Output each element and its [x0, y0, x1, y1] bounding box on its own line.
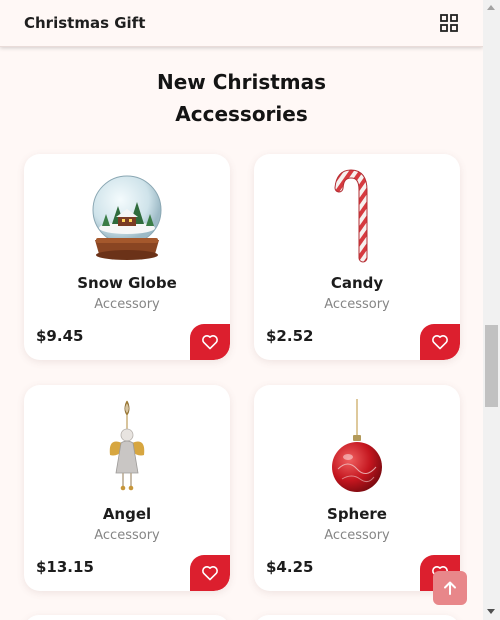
product-category: Accessory	[94, 528, 160, 543]
scroll-up-arrow-icon[interactable]	[487, 5, 495, 10]
add-to-favorites-button[interactable]	[190, 555, 230, 591]
grid-icon	[440, 14, 458, 32]
scroll-to-top-button[interactable]	[433, 571, 467, 605]
product-name[interactable]: Snow Globe	[24, 274, 230, 292]
site-logo[interactable]: Christmas Gift	[24, 14, 145, 32]
product-card-partial[interactable]	[24, 615, 230, 620]
heart-icon	[432, 334, 448, 350]
arrow-up-icon	[444, 581, 456, 595]
product-name[interactable]: Sphere	[254, 505, 460, 523]
product-price: $13.15	[36, 558, 94, 576]
product-card-partial[interactable]	[254, 615, 460, 620]
heart-icon	[202, 565, 218, 581]
product-price: $4.25	[266, 558, 314, 576]
page-viewport: Christmas Gift New Christmas Accessories	[0, 0, 483, 620]
heart-icon	[202, 334, 218, 350]
product-card[interactable]: Angel Accessory $13.15	[24, 385, 230, 591]
add-to-favorites-button[interactable]	[190, 324, 230, 360]
vertical-scrollbar[interactable]	[483, 0, 500, 620]
product-card[interactable]: Sphere Accessory $4.25	[254, 385, 460, 591]
snow-globe-icon	[92, 175, 162, 260]
scrollbar-thumb[interactable]	[485, 325, 498, 407]
section-title: New Christmas Accessories	[0, 66, 483, 130]
add-to-favorites-button[interactable]	[420, 324, 460, 360]
top-header: Christmas Gift	[0, 0, 483, 47]
product-category: Accessory	[324, 297, 390, 312]
section-title-line1: New Christmas	[156, 70, 327, 94]
grid-menu-icon[interactable]	[440, 14, 458, 32]
angel-ornament-icon	[109, 400, 145, 491]
product-category: Accessory	[94, 297, 160, 312]
product-card[interactable]: Candy Accessory $2.52	[254, 154, 460, 360]
ornament-ball-icon	[332, 399, 382, 492]
product-price: $9.45	[36, 327, 84, 345]
product-card[interactable]: Snow Globe Accessory $9.45	[24, 154, 230, 360]
section-title-line2: Accessories	[175, 102, 308, 126]
product-category: Accessory	[324, 528, 390, 543]
product-price: $2.52	[266, 327, 314, 345]
product-name[interactable]: Candy	[254, 274, 460, 292]
candy-cane-icon	[334, 169, 368, 263]
product-name[interactable]: Angel	[24, 505, 230, 523]
scroll-down-arrow-icon[interactable]	[487, 609, 495, 614]
